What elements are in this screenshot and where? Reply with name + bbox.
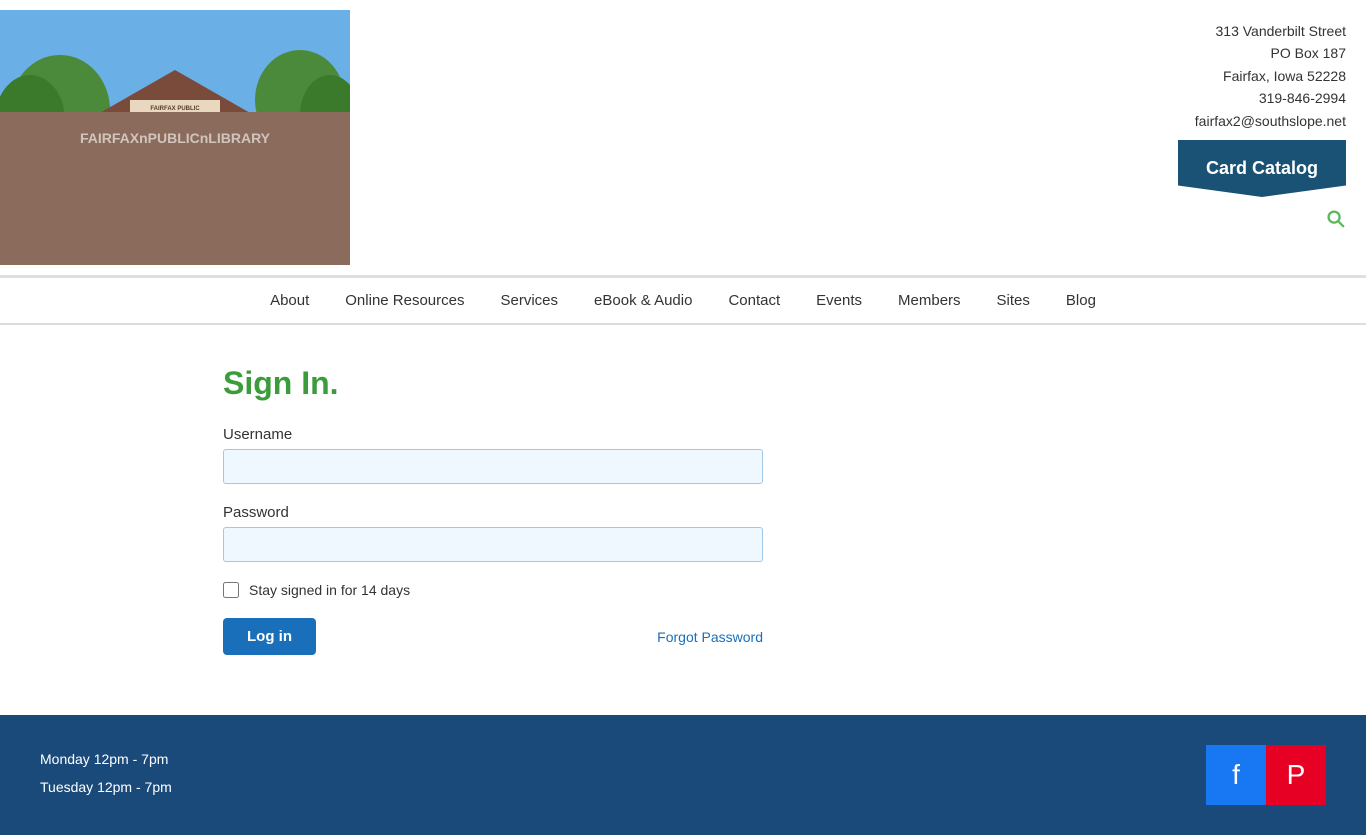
page-footer: Monday 12pm - 7pm Tuesday 12pm - 7pm f P — [0, 715, 1366, 835]
username-group: Username — [223, 426, 1143, 484]
nav-members[interactable]: Members — [880, 278, 979, 323]
page-header: FAIRFAX PUBLIC LIBRARY 313 Vanderbilt St… — [0, 0, 1366, 277]
username-input[interactable] — [223, 449, 763, 484]
pinterest-link[interactable]: P — [1266, 745, 1326, 805]
phone-number: 319-846-2994 — [1195, 87, 1346, 109]
form-actions: Log in Forgot Password — [223, 618, 763, 655]
nav-sites[interactable]: Sites — [979, 278, 1048, 323]
password-input[interactable] — [223, 527, 763, 562]
hours-tuesday: Tuesday 12pm - 7pm — [40, 773, 172, 801]
nav-contact[interactable]: Contact — [710, 278, 798, 323]
nav-blog[interactable]: Blog — [1048, 278, 1114, 323]
forgot-password-link[interactable]: Forgot Password — [657, 629, 763, 645]
social-links: f P — [1206, 745, 1326, 805]
search-icon[interactable] — [1324, 207, 1346, 234]
log-in-button[interactable]: Log in — [223, 618, 316, 655]
email-link[interactable]: fairfax2@southslope.net — [1195, 113, 1346, 129]
nav-ebook-audio[interactable]: eBook & Audio — [576, 278, 710, 323]
address-line3: Fairfax, Iowa 52228 — [1195, 65, 1346, 87]
header-right: 313 Vanderbilt Street PO Box 187 Fairfax… — [1178, 10, 1346, 234]
main-content: Sign In. Username Password Stay signed i… — [203, 325, 1163, 715]
username-label: Username — [223, 426, 1143, 443]
address-line2: PO Box 187 — [1195, 42, 1346, 64]
footer-hours: Monday 12pm - 7pm Tuesday 12pm - 7pm — [40, 745, 172, 801]
nav-events[interactable]: Events — [798, 278, 880, 323]
svg-text:FAIRFAX PUBLIC: FAIRFAX PUBLIC — [150, 106, 200, 112]
address-line1: 313 Vanderbilt Street — [1195, 20, 1346, 42]
password-group: Password — [223, 504, 1143, 562]
nav-online-resources[interactable]: Online Resources — [327, 278, 482, 323]
pinterest-icon: P — [1287, 759, 1306, 791]
facebook-link[interactable]: f — [1206, 745, 1266, 805]
card-catalog-button[interactable]: Card Catalog — [1178, 140, 1346, 197]
stay-signed-in-label[interactable]: Stay signed in for 14 days — [249, 582, 410, 598]
sign-in-title: Sign In. — [223, 365, 1143, 402]
password-label: Password — [223, 504, 1143, 521]
nav-services[interactable]: Services — [483, 278, 577, 323]
hours-monday: Monday 12pm - 7pm — [40, 745, 172, 773]
library-logo: FAIRFAX PUBLIC LIBRARY — [0, 10, 350, 265]
nav-about[interactable]: About — [252, 278, 327, 323]
navigation-bar: About Online Resources Services eBook & … — [0, 277, 1366, 325]
facebook-icon: f — [1232, 759, 1240, 791]
stay-signed-in-checkbox[interactable] — [223, 582, 239, 598]
svg-text:LIBRARY: LIBRARY — [162, 115, 188, 121]
stay-signed-in-row: Stay signed in for 14 days — [223, 582, 1143, 598]
library-address: 313 Vanderbilt Street PO Box 187 Fairfax… — [1195, 20, 1346, 132]
